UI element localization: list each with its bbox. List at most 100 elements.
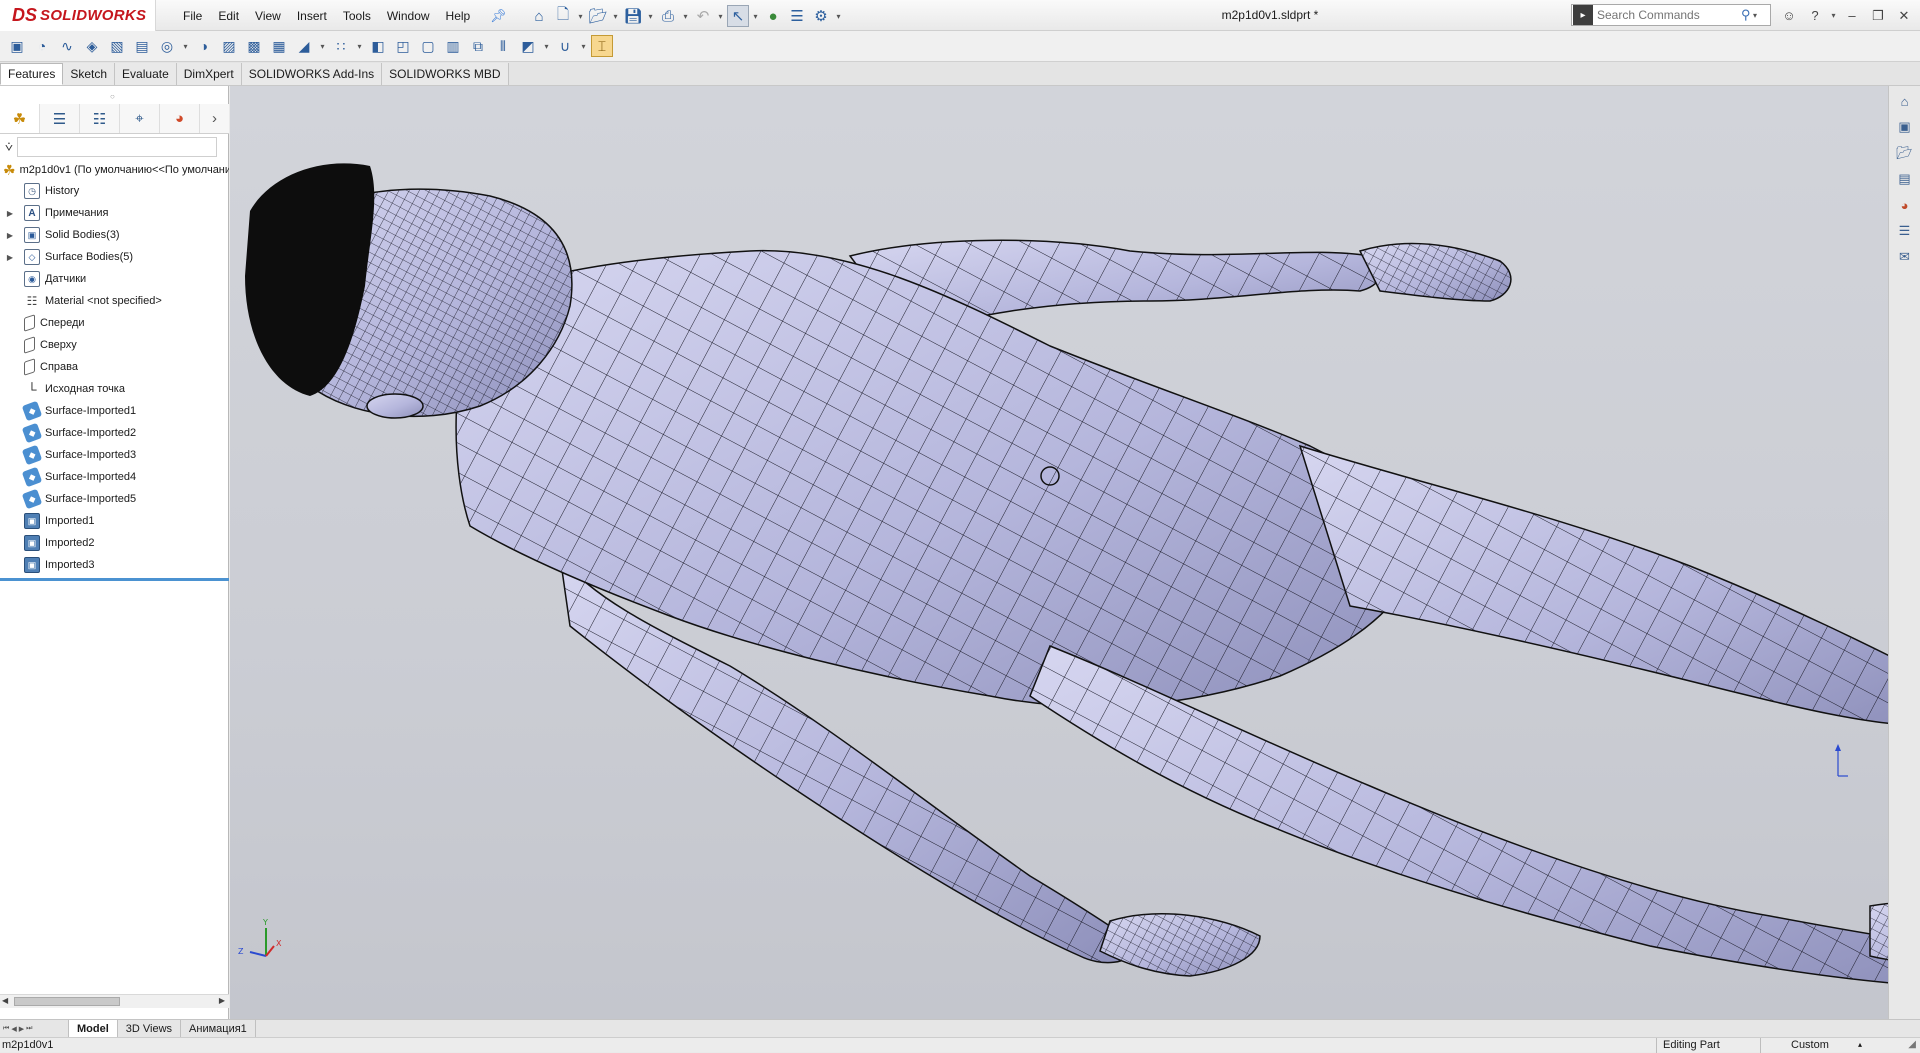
new-document-icon[interactable]: 🗋︎ bbox=[552, 5, 574, 27]
wrap-icon[interactable]: ▥ bbox=[442, 35, 464, 57]
zoom-to-area-icon[interactable]: ⌖ bbox=[921, 86, 943, 89]
appearances-scenes-icon[interactable]: ◕ bbox=[1893, 194, 1917, 216]
menu-window[interactable]: Window bbox=[379, 9, 438, 23]
pin-menu-icon[interactable]: 📌︎ bbox=[490, 8, 507, 24]
tree-item-material[interactable]: ☷ Material <not specified> bbox=[0, 290, 229, 312]
previous-view-icon[interactable]: ↶ bbox=[947, 86, 969, 89]
menu-edit[interactable]: Edit bbox=[210, 9, 247, 23]
minimize-icon[interactable]: – bbox=[1840, 8, 1864, 23]
options-dropdown-icon[interactable]: ▾ bbox=[834, 12, 843, 21]
more-tabs-chevron-icon[interactable]: › bbox=[200, 104, 229, 133]
graphics-area[interactable]: ⌕ ⌖ ↶ ▧ ⚙ ▣ ▾ ▢ ▾ ◉ ▾ ◕ ◈ ▾ ▭ ▾ ▤ ▥ – ❐ … bbox=[230, 86, 1888, 1019]
save-icon[interactable]: 💾︎ bbox=[622, 5, 644, 27]
pattern-dropdown-icon[interactable]: ▾ bbox=[355, 42, 364, 51]
status-units-selector[interactable]: Custom ▴ bbox=[1760, 1038, 1870, 1053]
select-dropdown-icon[interactable]: ▾ bbox=[751, 12, 760, 21]
tree-item-surface-imported5[interactable]: ◆ Surface-Imported5 bbox=[0, 488, 229, 510]
custom-properties-icon[interactable]: ☰ bbox=[1893, 220, 1917, 242]
scroll-right-icon[interactable]: ▶ bbox=[219, 996, 225, 1005]
tab-sketch[interactable]: Sketch bbox=[63, 63, 116, 85]
tab-model[interactable]: Model bbox=[68, 1020, 118, 1037]
close-icon[interactable]: ✕ bbox=[1892, 8, 1916, 24]
panel-splitter-handle[interactable]: ○ bbox=[110, 92, 115, 101]
hole-dropdown-icon[interactable]: ▾ bbox=[181, 42, 190, 51]
tree-item-right-plane[interactable]: Справа bbox=[0, 356, 229, 378]
tree-item-solid-bodies[interactable]: ▶ ▣ Solid Bodies(3) bbox=[0, 224, 229, 246]
model-body[interactable] bbox=[245, 163, 1888, 986]
linear-pattern-icon[interactable]: ∷ bbox=[330, 35, 352, 57]
tree-item-surface-imported1[interactable]: ◆ Surface-Imported1 bbox=[0, 400, 229, 422]
solidworks-logo[interactable]: DS SOLIDWORKS bbox=[0, 0, 156, 31]
print-dropdown-icon[interactable]: ▾ bbox=[681, 12, 690, 21]
undo-icon[interactable]: ↶ bbox=[692, 5, 714, 27]
tab-features[interactable]: Features bbox=[0, 63, 64, 85]
hide-show-items-icon[interactable]: ◉ bbox=[1103, 86, 1125, 89]
tree-item-imported1[interactable]: ▣ Imported1 bbox=[0, 510, 229, 532]
boundary-boss-icon[interactable]: ▧ bbox=[106, 35, 128, 57]
draft-icon[interactable]: ◰ bbox=[392, 35, 414, 57]
revolved-boss-icon[interactable]: ◔ bbox=[31, 35, 53, 57]
hole-wizard-icon[interactable]: ◎ bbox=[156, 35, 178, 57]
tree-item-annotations[interactable]: ▶ A Примечания bbox=[0, 202, 229, 224]
tree-root-part[interactable]: ☘ m2p1d0v1 (По умолчанию<<По умолчани bbox=[0, 160, 229, 180]
tab-dimxpert[interactable]: DimXpert bbox=[176, 63, 242, 85]
expand-arrow-icon[interactable]: ▶ bbox=[3, 209, 17, 218]
view-orientation-icon[interactable]: ▣ bbox=[1025, 86, 1047, 89]
edit-appearance-icon[interactable]: ◕ bbox=[1142, 86, 1164, 89]
rebuild-traffic-light-icon[interactable]: ● bbox=[762, 5, 784, 27]
tree-item-surface-imported2[interactable]: ◆ Surface-Imported2 bbox=[0, 422, 229, 444]
menu-file[interactable]: File bbox=[175, 9, 210, 23]
display-style-icon[interactable]: ▢ bbox=[1064, 86, 1086, 89]
menu-tools[interactable]: Tools bbox=[335, 9, 379, 23]
tab-animation1[interactable]: Анимация1 bbox=[181, 1020, 256, 1037]
reference-geometry-icon[interactable]: ◩ bbox=[517, 35, 539, 57]
shell-icon[interactable]: ▢ bbox=[417, 35, 439, 57]
curves-dropdown-icon[interactable]: ▾ bbox=[579, 42, 588, 51]
file-properties-icon[interactable]: ☰ bbox=[786, 5, 808, 27]
first-tab-icon[interactable]: ⏮︎ bbox=[3, 1025, 9, 1033]
expand-arrow-icon[interactable]: ▶ bbox=[3, 253, 17, 262]
swept-cut-icon[interactable]: ▨ bbox=[218, 35, 240, 57]
tree-item-imported2[interactable]: ▣ Imported2 bbox=[0, 532, 229, 554]
restore-icon[interactable]: ❐ bbox=[1866, 8, 1890, 24]
tree-item-top-plane[interactable]: Сверху bbox=[0, 334, 229, 356]
search-input[interactable] bbox=[1597, 8, 1737, 22]
menu-view[interactable]: View bbox=[247, 9, 289, 23]
dynamic-annotation-icon[interactable]: ⚙ bbox=[999, 86, 1021, 89]
dimxpert-manager-tab-icon[interactable]: ⌖ bbox=[120, 104, 160, 133]
apply-scene-icon[interactable]: ◈ bbox=[1168, 86, 1190, 89]
open-dropdown-icon[interactable]: ▾ bbox=[611, 12, 620, 21]
feature-manager-tab-icon[interactable]: ☘ bbox=[0, 104, 40, 133]
options-gear-icon[interactable]: ⚙ bbox=[810, 5, 832, 27]
view-settings-icon[interactable]: ▭ bbox=[1207, 86, 1229, 89]
search-dropdown-icon[interactable]: ▾ bbox=[1751, 11, 1760, 20]
search-commands-box[interactable]: ▸ ⚲ ▾ bbox=[1571, 4, 1771, 26]
zoom-to-fit-icon[interactable]: ⌕ bbox=[895, 86, 917, 89]
undo-dropdown-icon[interactable]: ▾ bbox=[716, 12, 725, 21]
select-cursor-icon[interactable]: ↖ bbox=[727, 5, 749, 27]
resize-grip-icon[interactable]: ◢ bbox=[1908, 1039, 1916, 1050]
fillet-dropdown-icon[interactable]: ▾ bbox=[318, 42, 327, 51]
lofted-cut-icon[interactable]: ▩ bbox=[243, 35, 265, 57]
file-explorer-icon[interactable]: 📂︎ bbox=[1893, 142, 1917, 164]
section-view-icon[interactable]: ▧ bbox=[973, 86, 995, 89]
save-dropdown-icon[interactable]: ▾ bbox=[646, 12, 655, 21]
swept-boss-icon[interactable]: ∿ bbox=[56, 35, 78, 57]
tree-item-front-plane[interactable]: Спереди bbox=[0, 312, 229, 334]
curves-icon[interactable]: ∪ bbox=[554, 35, 576, 57]
human-body-3d-model[interactable] bbox=[230, 86, 1888, 1019]
rollback-bar[interactable] bbox=[0, 578, 229, 581]
mirror-icon[interactable]: ⫴ bbox=[492, 35, 514, 57]
tree-item-sensors[interactable]: ◉ Датчики bbox=[0, 268, 229, 290]
user-account-icon[interactable]: ☺ bbox=[1777, 8, 1801, 23]
next-tab-icon[interactable]: ▶ bbox=[19, 1025, 24, 1033]
last-tab-icon[interactable]: ⏭︎ bbox=[26, 1025, 32, 1033]
solidworks-resources-home-icon[interactable]: ⌂ bbox=[1893, 90, 1917, 112]
intersect-icon[interactable]: ⧉ bbox=[467, 35, 489, 57]
view-palette-icon[interactable]: ▤ bbox=[1893, 168, 1917, 190]
forum-icon[interactable]: ✉ bbox=[1893, 246, 1917, 268]
tree-item-history[interactable]: ◷ History bbox=[0, 180, 229, 202]
open-folder-icon[interactable]: 📂︎ bbox=[587, 5, 609, 27]
expand-arrow-icon[interactable]: ▶ bbox=[3, 231, 17, 240]
reference-geometry-dropdown-icon[interactable]: ▾ bbox=[542, 42, 551, 51]
